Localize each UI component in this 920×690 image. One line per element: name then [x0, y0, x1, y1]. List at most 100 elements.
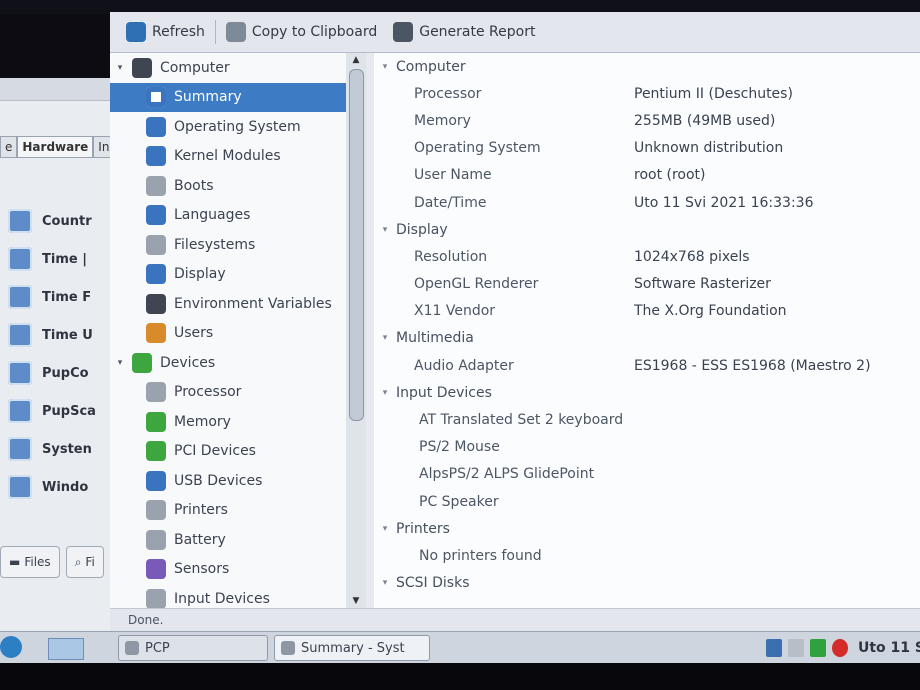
generate-report-button[interactable]: Generate Report — [385, 16, 543, 48]
section-label: Input Devices — [396, 384, 492, 401]
detail-item[interactable]: PS/2 Mouse — [374, 434, 920, 461]
clock[interactable]: Uto 11 Svi — [854, 640, 920, 656]
tree-item-environment-variables[interactable]: Environment Variables — [110, 289, 346, 319]
gear-icon — [146, 116, 166, 137]
bg-item[interactable]: Time F — [8, 278, 102, 316]
volume-icon[interactable] — [788, 639, 804, 657]
background-tabs: e Hardware In — [0, 136, 115, 158]
detail-value: Unknown distribution — [634, 140, 784, 157]
bg-find-button[interactable]: ⌕ Fi — [65, 546, 104, 578]
tree-item-kernel-modules[interactable]: Kernel Modules — [110, 142, 346, 172]
detail-item[interactable]: No printers found — [374, 542, 920, 569]
detail-section-display[interactable]: ▾ Display — [374, 216, 920, 243]
bg-item[interactable]: PupSca — [8, 392, 102, 430]
tree-item-boots[interactable]: Boots — [110, 171, 346, 201]
tree-item-label: Battery — [174, 531, 226, 548]
expander-arrow-icon[interactable]: ▾ — [374, 524, 396, 534]
detail-row[interactable]: Memory 255MB (49MB used) — [374, 107, 920, 134]
expander-arrow-icon[interactable]: ▾ — [374, 62, 396, 72]
no-entry-icon[interactable] — [832, 639, 848, 657]
tree-item-computer[interactable]: ▾ Computer — [110, 53, 346, 83]
tree-item-memory[interactable]: Memory — [110, 407, 346, 437]
time-format-icon — [8, 285, 32, 309]
copy-to-clipboard-button[interactable]: Copy to Clipboard — [218, 16, 385, 48]
bg-tab-hardware[interactable]: Hardware — [17, 136, 94, 158]
scrollbar-thumb[interactable] — [349, 69, 364, 421]
tree-item-devices[interactable]: ▾ Devices — [110, 348, 346, 378]
taskbar-task-pcp[interactable]: PCP — [118, 635, 268, 661]
tree-item-users[interactable]: Users — [110, 319, 346, 349]
detail-row[interactable]: Date/Time Uto 11 Svi 2021 16:33:36 — [374, 189, 920, 216]
detail-section-scsi-disks[interactable]: ▾ SCSI Disks — [374, 570, 920, 597]
detail-item[interactable]: AlpsPS/2 ALPS GlidePoint — [374, 461, 920, 488]
expander-arrow-icon[interactable]: ▾ — [114, 358, 126, 368]
detail-section-multimedia[interactable]: ▾ Multimedia — [374, 325, 920, 352]
detail-section-printers[interactable]: ▾ Printers — [374, 515, 920, 542]
chip-icon — [132, 352, 152, 373]
taskbar-task-summary[interactable]: Summary - Syst — [274, 635, 430, 661]
expander-arrow-icon[interactable]: ▾ — [374, 333, 396, 343]
detail-key: Audio Adapter — [414, 357, 514, 374]
expander-arrow-icon[interactable]: ▾ — [374, 388, 396, 398]
expander-arrow-icon[interactable]: ▾ — [114, 63, 126, 73]
status-bar: Done. — [110, 608, 920, 631]
content-panes: ▾ Computer Summary Operating System Kernel M… — [110, 53, 920, 608]
bg-item[interactable]: Systen — [8, 430, 102, 468]
tree-item-pci-devices[interactable]: PCI Devices — [110, 437, 346, 467]
detail-row[interactable]: Audio Adapter ES1968 - ESS ES1968 (Maestr… — [374, 352, 920, 379]
expander-arrow-icon[interactable]: ▾ — [374, 225, 396, 235]
tree-item-operating-system[interactable]: Operating System — [110, 112, 346, 142]
start-menu-icon[interactable] — [0, 636, 22, 658]
tree-item-usb-devices[interactable]: USB Devices — [110, 466, 346, 496]
detail-row[interactable]: Processor Pentium II (Deschutes) — [374, 80, 920, 107]
power-icon — [146, 175, 166, 196]
bg-item[interactable]: PupCo — [8, 354, 102, 392]
pupcontrol-icon — [8, 361, 32, 385]
bg-item[interactable]: Time | — [8, 240, 102, 278]
detail-item[interactable]: AT Translated Set 2 keyboard — [374, 406, 920, 433]
tree-item-label: Sensors — [174, 561, 230, 578]
show-desktop-icon[interactable] — [48, 638, 84, 660]
bg-tab-0[interactable]: e — [0, 136, 18, 158]
refresh-button[interactable]: Refresh — [118, 16, 213, 48]
tree-item-summary[interactable]: Summary — [110, 82, 346, 112]
detail-key: OpenGL Renderer — [414, 276, 539, 293]
detail-value: The X.Org Foundation — [634, 303, 787, 320]
tree-item-filesystems[interactable]: Filesystems — [110, 230, 346, 260]
expander-arrow-icon[interactable]: ▾ — [374, 578, 396, 588]
detail-row[interactable]: User Name root (root) — [374, 162, 920, 189]
scroll-down-arrow-icon[interactable]: ▼ — [346, 594, 366, 608]
bg-item[interactable]: Windo — [8, 468, 102, 506]
tree-item-label: Input Devices — [174, 590, 270, 607]
tree-item-languages[interactable]: Languages — [110, 201, 346, 231]
detail-row[interactable]: X11 Vendor The X.Org Foundation — [374, 298, 920, 325]
printer-icon — [146, 500, 166, 521]
tree-item-printers[interactable]: Printers — [110, 496, 346, 526]
detail-row[interactable]: Resolution 1024x768 pixels — [374, 243, 920, 270]
tree-item-input-devices[interactable]: Input Devices — [110, 584, 346, 608]
detail-row[interactable]: Operating System Unknown distribution — [374, 135, 920, 162]
memory-monitor-icon[interactable] — [810, 639, 826, 657]
clipboard-icon — [225, 22, 246, 42]
detail-section-computer[interactable]: ▾ Computer — [374, 53, 920, 80]
detail-section-input-devices[interactable]: ▾ Input Devices — [374, 379, 920, 406]
detail-item-label: No printers found — [419, 547, 542, 564]
detail-item[interactable]: PC Speaker — [374, 488, 920, 515]
bg-item[interactable]: Time U — [8, 316, 102, 354]
bg-files-button[interactable]: ▬ Files — [0, 546, 60, 578]
tree-item-display[interactable]: Display — [110, 260, 346, 290]
monitor-icon — [146, 264, 166, 285]
bg-item[interactable]: Countr — [8, 202, 102, 240]
toolbar-separator — [214, 20, 216, 44]
usb-icon — [146, 470, 166, 491]
detail-key: Operating System — [414, 140, 541, 157]
tree-item-sensors[interactable]: Sensors — [110, 555, 346, 585]
tree-item-battery[interactable]: Battery — [110, 525, 346, 555]
scroll-up-arrow-icon[interactable]: ▲ — [346, 53, 366, 67]
detail-row[interactable]: OpenGL Renderer Software Rasterizer — [374, 271, 920, 298]
category-tree: ▾ Computer Summary Operating System Kernel M… — [110, 53, 347, 608]
network-icon[interactable] — [766, 639, 782, 657]
tree-item-processor[interactable]: Processor — [110, 378, 346, 408]
tree-scrollbar[interactable]: ▲ ▼ — [346, 53, 367, 608]
cpu-icon — [146, 382, 166, 403]
